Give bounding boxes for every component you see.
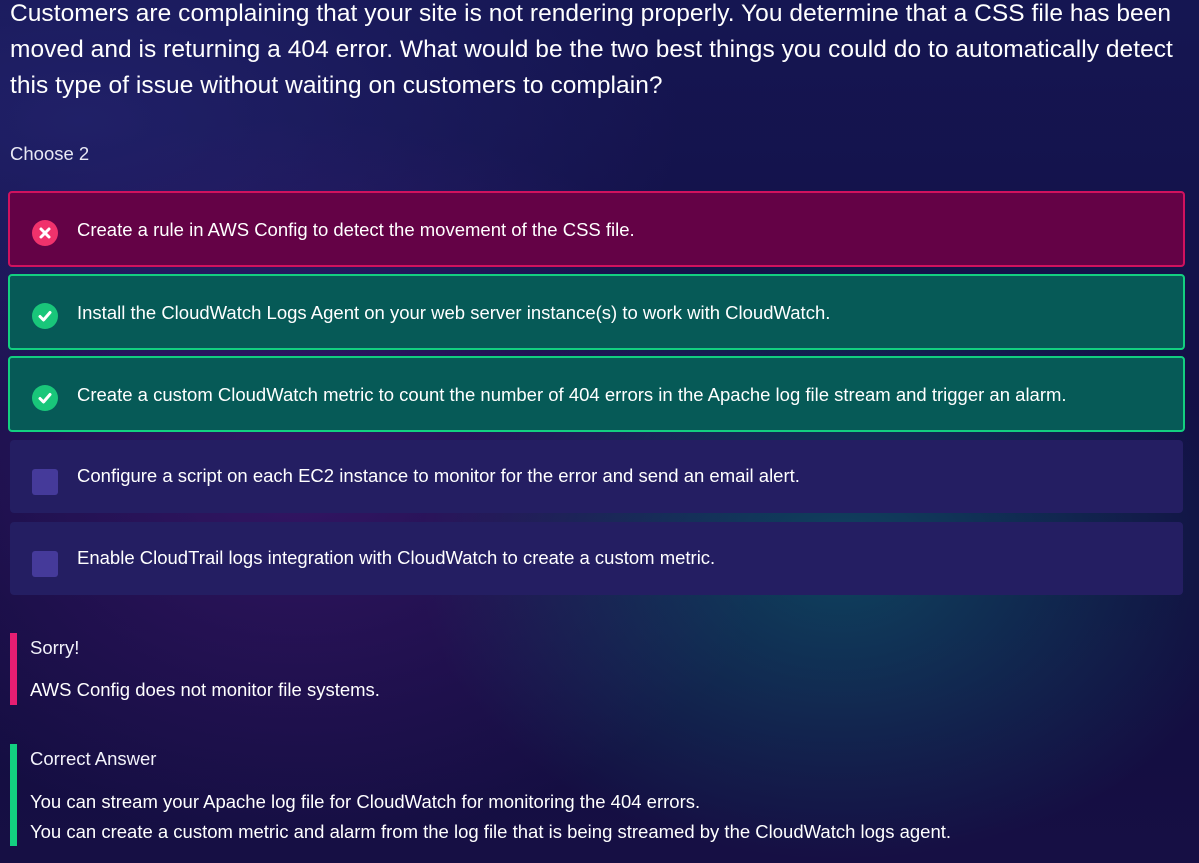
correct-accent-bar: [10, 744, 17, 846]
checkbox-icon[interactable]: [32, 469, 58, 495]
correct-answer-text-2: You can create a custom metric and alarm…: [30, 821, 952, 842]
check-circle-icon: [32, 385, 58, 411]
x-circle-icon: [32, 220, 58, 246]
answer-option-5-label: Enable CloudTrail logs integration with …: [77, 547, 716, 568]
incorrect-feedback-text: AWS Config does not monitor file systems…: [30, 679, 380, 700]
question-text: Customers are complaining that your site…: [10, 0, 1173, 99]
answer-option-1-label: Create a rule in AWS Config to detect th…: [77, 219, 635, 240]
answer-option-1[interactable]: Create a rule in AWS Config to detect th…: [8, 191, 1185, 267]
choose-instruction: Choose 2: [10, 143, 90, 164]
checkbox-icon[interactable]: [32, 551, 58, 577]
answer-option-4-label: Configure a script on each EC2 instance …: [77, 465, 800, 486]
answer-option-3[interactable]: Create a custom CloudWatch metric to cou…: [8, 356, 1185, 432]
correct-answer-heading: Correct Answer: [30, 748, 157, 769]
answer-option-2-label: Install the CloudWatch Logs Agent on you…: [77, 302, 831, 323]
answer-option-4[interactable]: Configure a script on each EC2 instance …: [10, 440, 1183, 513]
incorrect-feedback-heading: Sorry!: [30, 637, 80, 658]
answer-option-2[interactable]: Install the CloudWatch Logs Agent on you…: [8, 274, 1185, 350]
check-circle-icon: [32, 303, 58, 329]
correct-answer-text-1: You can stream your Apache log file for …: [30, 791, 701, 812]
answer-option-3-label: Create a custom CloudWatch metric to cou…: [77, 384, 1067, 405]
incorrect-accent-bar: [10, 633, 17, 705]
answer-option-5[interactable]: Enable CloudTrail logs integration with …: [10, 522, 1183, 595]
correct-answer-feedback: Correct Answer You can stream your Apach…: [10, 744, 1110, 846]
incorrect-feedback: Sorry! AWS Config does not monitor file …: [10, 633, 1110, 705]
